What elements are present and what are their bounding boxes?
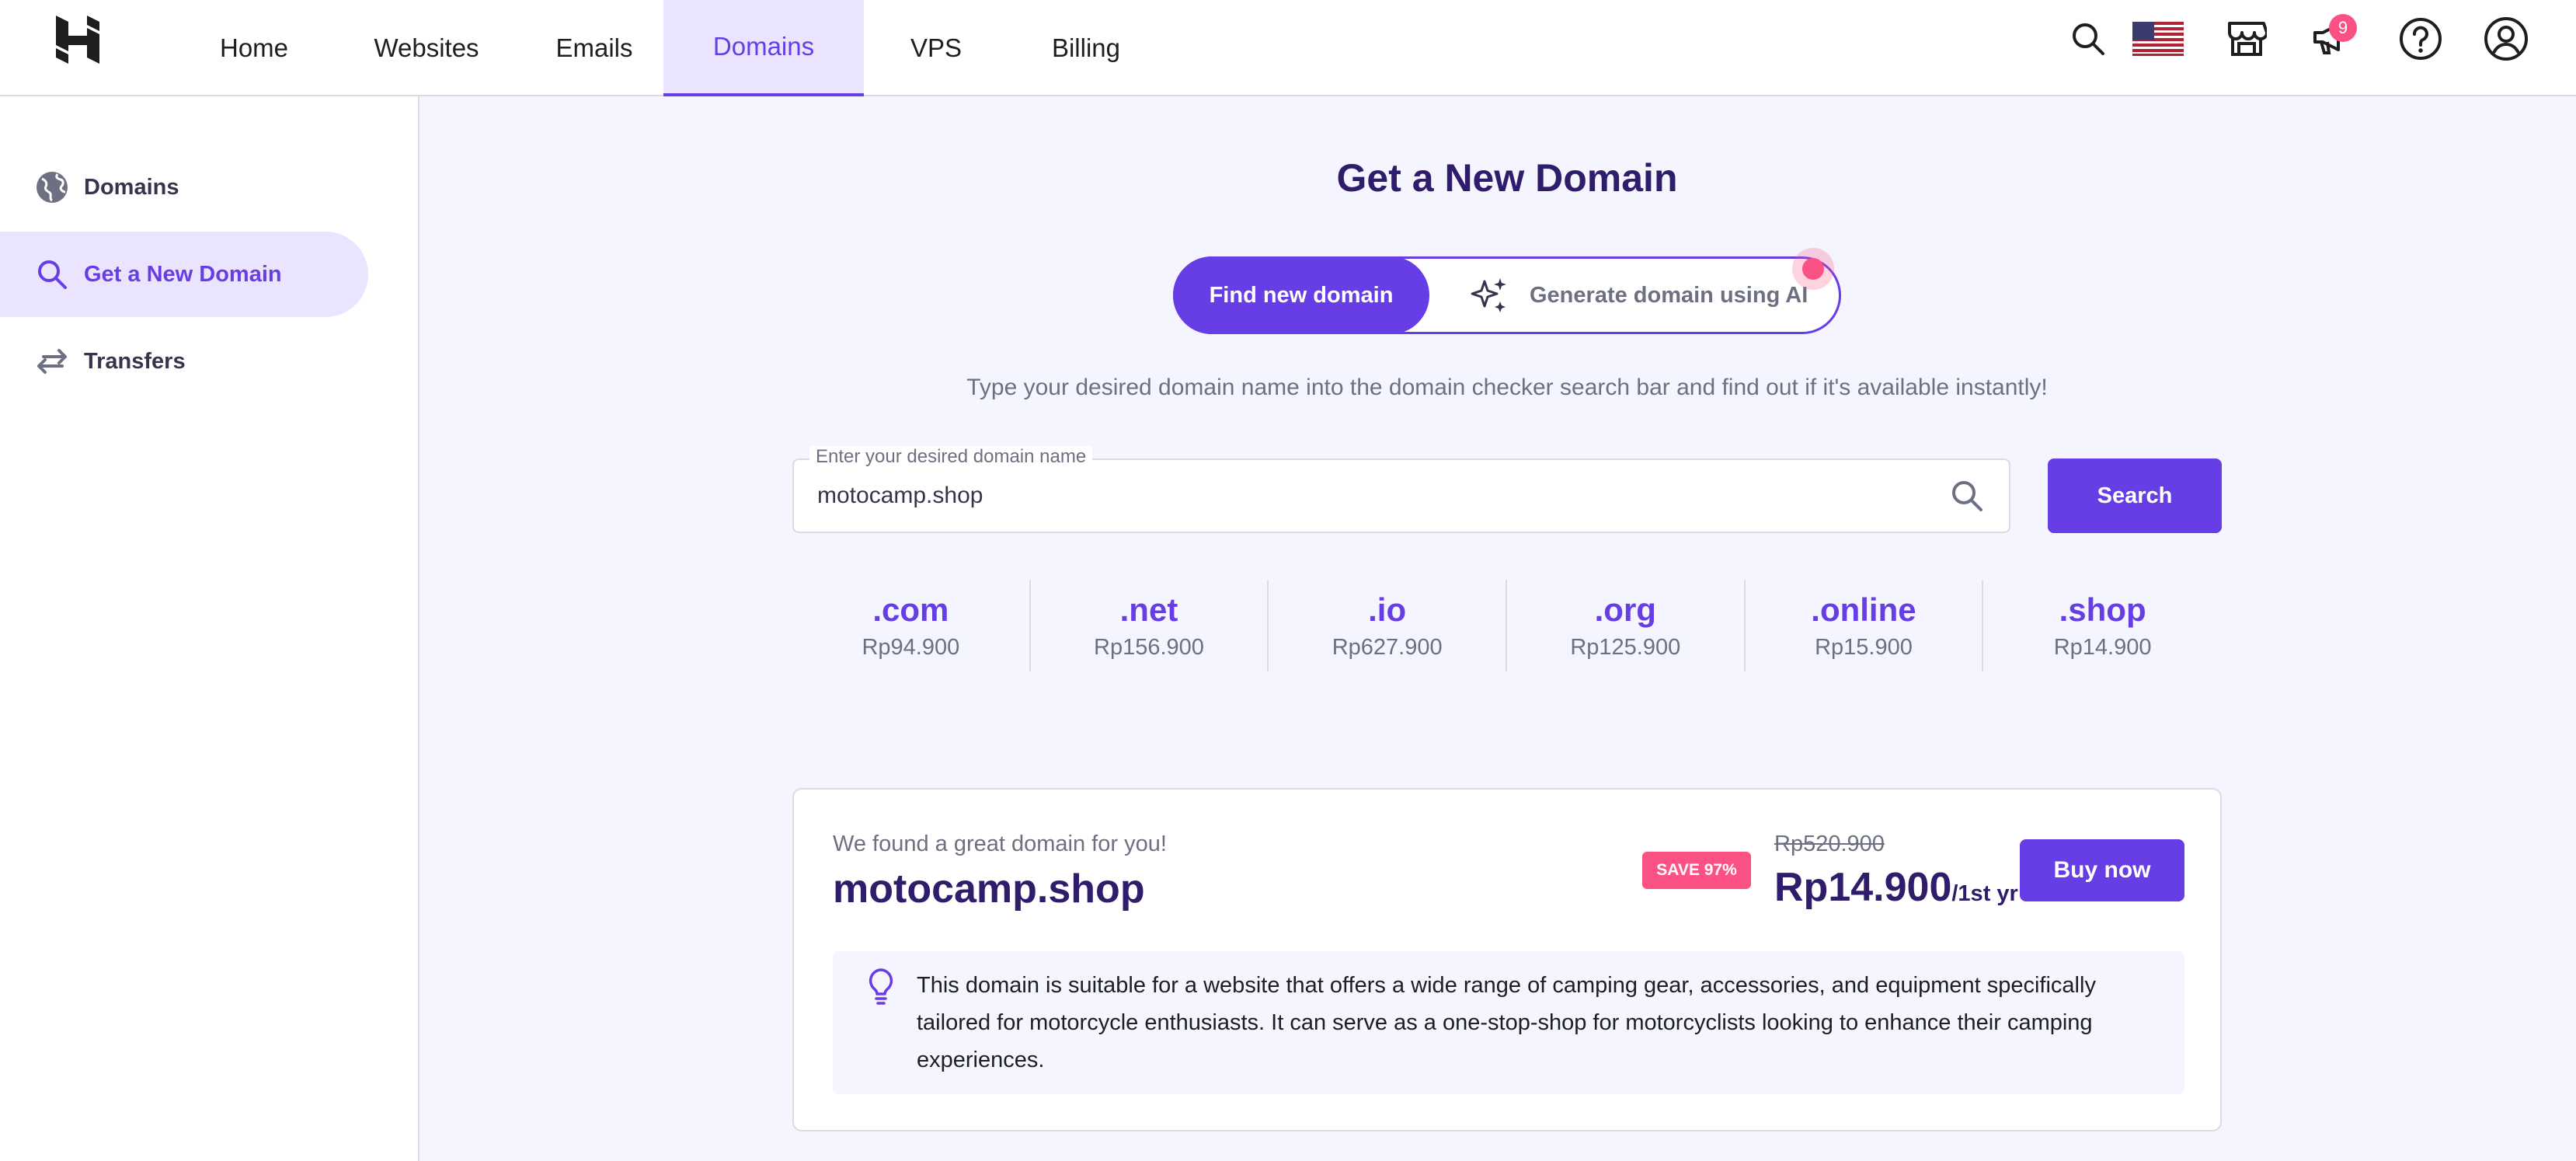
tld-price: Rp125.900 <box>1570 634 1681 660</box>
sidebar-item-label: Transfers <box>84 348 186 374</box>
search-icon[interactable] <box>1948 477 1986 514</box>
tld-item-shop[interactable]: .shop Rp14.900 <box>1983 580 2222 671</box>
domain-search-input[interactable] <box>817 460 1905 532</box>
nav-emails[interactable]: Emails <box>525 0 663 96</box>
new-feature-dot <box>1792 248 1834 290</box>
nav-billing[interactable]: Billing <box>1008 0 1164 96</box>
hostinger-logo-icon[interactable] <box>56 16 99 64</box>
price-value: Rp14.900 <box>1774 865 1952 910</box>
tld-price: Rp94.900 <box>862 634 960 660</box>
search-button[interactable]: Search <box>2048 458 2222 533</box>
search-icon <box>34 256 70 292</box>
tld-name: .online <box>1811 591 1916 628</box>
tld-item-org[interactable]: .org Rp125.900 <box>1507 580 1746 671</box>
main-nav: Home Websites Emails Domains VPS Billing <box>180 0 1164 96</box>
tld-item-online[interactable]: .online Rp15.900 <box>1746 580 1984 671</box>
sidebar-item-transfers[interactable]: Transfers <box>0 319 368 404</box>
sparkle-icon <box>1471 278 1506 312</box>
buy-now-button[interactable]: Buy now <box>2020 839 2184 901</box>
save-badge: SAVE 97% <box>1642 852 1751 889</box>
search-mode-toggle: Find new domain Generate domain using AI <box>1173 248 1841 334</box>
notification-badge: 9 <box>2329 14 2357 42</box>
sidebar-item-label: Domains <box>84 174 179 200</box>
domain-result-card: We found a great domain for you! motocam… <box>792 788 2222 1131</box>
transfer-arrows-icon <box>34 343 70 379</box>
sidebar-item-domains[interactable]: Domains <box>0 145 368 230</box>
page-title: Get a New Domain <box>1336 156 1678 200</box>
find-new-domain-tab[interactable]: Find new domain <box>1173 256 1429 334</box>
tld-price: Rp627.900 <box>1332 634 1443 660</box>
store-icon[interactable] <box>2223 16 2270 62</box>
top-navigation-bar: Home Websites Emails Domains VPS Billing… <box>0 0 2576 96</box>
price-period: /1st yr <box>1951 881 2018 906</box>
current-price: Rp14.900/1st yr <box>1774 864 2018 911</box>
domain-suggestion-description: This domain is suitable for a website th… <box>833 951 2184 1094</box>
tld-price: Rp156.900 <box>1094 634 1204 660</box>
megaphone-icon[interactable]: 9 <box>2307 14 2357 62</box>
description-text: This domain is suitable for a website th… <box>917 973 2096 1072</box>
lightbulb-icon <box>869 968 893 1005</box>
help-icon[interactable] <box>2397 16 2444 62</box>
generate-domain-ai-label: Generate domain using AI <box>1530 282 1808 308</box>
tld-item-com[interactable]: .com Rp94.900 <box>792 580 1031 671</box>
tld-name: .org <box>1594 591 1656 628</box>
sidebar-item-get-new-domain[interactable]: Get a New Domain <box>0 232 368 317</box>
nav-home[interactable]: Home <box>180 0 328 96</box>
nav-domains[interactable]: Domains <box>663 0 864 96</box>
sidebar-item-label: Get a New Domain <box>84 261 282 287</box>
account-icon[interactable] <box>2483 16 2529 62</box>
tld-price-list: .com Rp94.900 .net Rp156.900 .io Rp627.9… <box>792 580 2222 671</box>
tld-price: Rp15.900 <box>1815 634 1913 660</box>
nav-vps[interactable]: VPS <box>864 0 1008 96</box>
tld-name: .net <box>1119 591 1178 628</box>
nav-websites[interactable]: Websites <box>328 0 525 96</box>
search-instructions: Type your desired domain name into the d… <box>966 375 2048 400</box>
tld-name: .com <box>872 591 949 628</box>
tld-name: .shop <box>2059 591 2146 628</box>
tld-price: Rp14.900 <box>2053 634 2152 660</box>
us-flag-icon[interactable] <box>2132 16 2184 62</box>
tld-item-net[interactable]: .net Rp156.900 <box>1031 580 1269 671</box>
original-price: Rp520.900 <box>1774 832 1885 856</box>
tld-item-io[interactable]: .io Rp627.900 <box>1269 580 1507 671</box>
domain-search-field: Enter your desired domain name <box>792 446 2010 533</box>
result-domain-name: motocamp.shop <box>833 866 1145 912</box>
result-found-text: We found a great domain for you! <box>833 832 1167 856</box>
globe-icon <box>34 169 70 205</box>
sidebar: Domains Get a New Domain Transfers <box>0 96 419 1161</box>
generate-domain-ai-tab[interactable]: Generate domain using AI <box>1469 259 1808 332</box>
search-icon[interactable] <box>2065 16 2111 62</box>
tld-name: .io <box>1368 591 1407 628</box>
